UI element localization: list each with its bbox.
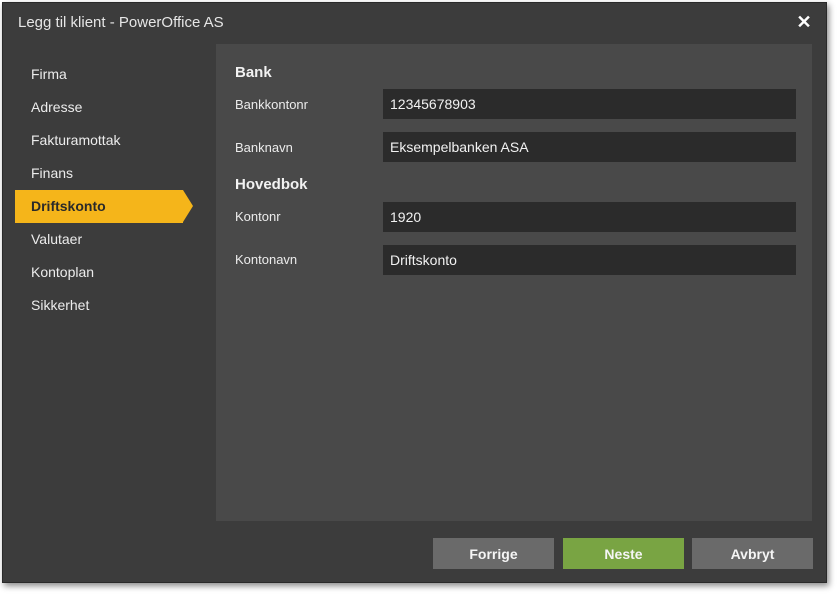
bank-account-number-input[interactable] — [383, 89, 796, 119]
account-number-label: Kontonr — [235, 209, 281, 224]
account-name-label: Kontonavn — [235, 252, 298, 267]
sidebar-item-finans[interactable]: Finans — [15, 157, 200, 190]
sidebar-item-adresse[interactable]: Adresse — [15, 91, 200, 124]
account-number-input[interactable] — [383, 202, 796, 232]
sidebar-item-driftskonto[interactable]: Driftskonto — [15, 190, 193, 223]
content-panel: Bank Bankkontonr Banknavn Hovedbok Konto… — [216, 44, 812, 521]
bank-name-label: Banknavn — [235, 140, 293, 155]
bank-name-input[interactable] — [383, 132, 796, 162]
add-client-dialog: Legg til klient - PowerOffice AS ✕ Firma… — [2, 2, 827, 583]
next-button[interactable]: Neste — [563, 538, 684, 569]
sidebar-item-sikkerhet[interactable]: Sikkerhet — [15, 289, 200, 322]
account-name-input[interactable] — [383, 245, 796, 275]
section-heading-bank: Bank — [235, 64, 272, 81]
sidebar-item-kontoplan[interactable]: Kontoplan — [15, 256, 200, 289]
previous-button[interactable]: Forrige — [433, 538, 554, 569]
cancel-button[interactable]: Avbryt — [692, 538, 813, 569]
dialog-title: Legg til klient - PowerOffice AS — [18, 14, 224, 31]
close-icon[interactable]: ✕ — [794, 12, 814, 32]
sidebar-nav: Firma Adresse Fakturamottak Finans Drift… — [15, 58, 200, 322]
sidebar-item-firma[interactable]: Firma — [15, 58, 200, 91]
section-heading-hovedbok: Hovedbok — [235, 176, 308, 193]
sidebar-item-fakturamottak[interactable]: Fakturamottak — [15, 124, 200, 157]
bank-account-number-label: Bankkontonr — [235, 97, 308, 112]
sidebar-item-valutaer[interactable]: Valutaer — [15, 223, 200, 256]
